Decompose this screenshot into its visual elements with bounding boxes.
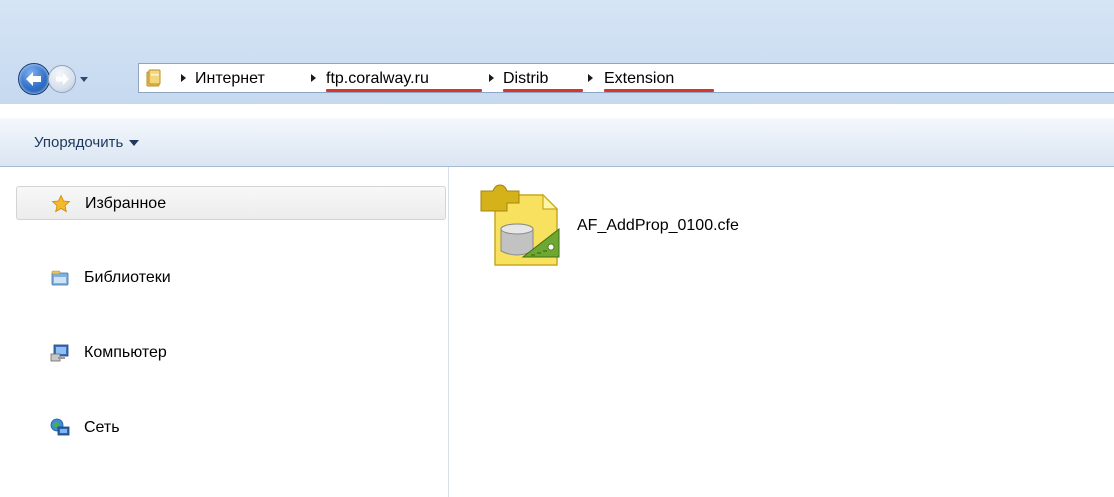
- breadcrumb-separator-icon[interactable]: [586, 72, 594, 84]
- organize-label: Упорядочить: [34, 134, 124, 151]
- organize-button[interactable]: Упорядочить: [30, 131, 143, 155]
- breadcrumb-separator-icon[interactable]: [179, 72, 187, 84]
- computer-icon: [50, 344, 69, 362]
- breadcrumb-separator-icon[interactable]: [309, 72, 317, 84]
- highlight-underline: [604, 89, 714, 92]
- nav-item-computer[interactable]: Компьютер: [16, 336, 446, 370]
- breadcrumb-extension[interactable]: Extension: [604, 69, 674, 89]
- back-button[interactable]: [18, 63, 50, 95]
- forward-arrow-icon: [56, 73, 69, 85]
- nav-item-label: Библиотеки: [84, 269, 171, 286]
- libraries-icon: [51, 270, 69, 286]
- forward-button[interactable]: [48, 65, 76, 93]
- recent-pages-dropdown-icon[interactable]: [78, 73, 90, 85]
- explorer-window: Интернет ftp.coralway.ru Distrib Extensi…: [0, 0, 1114, 497]
- chevron-down-icon: [129, 140, 140, 147]
- breadcrumb-internet[interactable]: Интернет: [195, 69, 265, 89]
- network-icon: [50, 418, 70, 436]
- file-item[interactable]: AF_AddProp_0100.cfe: [479, 181, 799, 271]
- highlight-underline: [503, 89, 583, 92]
- navigation-pane: Избранное Библиотеки Компьютер Сеть: [0, 167, 449, 497]
- nav-item-label: Сеть: [84, 419, 120, 436]
- nav-item-label: Компьютер: [84, 344, 167, 361]
- breadcrumb-distrib[interactable]: Distrib: [503, 69, 548, 89]
- nav-item-network[interactable]: Сеть: [16, 411, 446, 445]
- file-name: AF_AddProp_0100.cfe: [577, 217, 739, 234]
- highlight-underline: [326, 89, 482, 92]
- nav-item-favorites[interactable]: Избранное: [16, 186, 446, 220]
- star-icon: [51, 194, 71, 213]
- nav-item-label: Избранное: [85, 195, 167, 212]
- command-toolbar: Упорядочить: [0, 117, 1114, 167]
- file-list-pane: AF_AddProp_0100.cfe: [449, 167, 1114, 497]
- navigation-row: Интернет ftp.coralway.ru Distrib Extensi…: [0, 54, 1114, 104]
- address-bar[interactable]: Интернет ftp.coralway.ru Distrib Extensi…: [138, 63, 1114, 93]
- extension-file-icon: [480, 184, 560, 266]
- folder-icon: [146, 69, 161, 87]
- title-bar: Интернет ftp.coralway.ru Distrib Extensi…: [0, 0, 1114, 104]
- breadcrumb-separator-icon[interactable]: [487, 72, 495, 84]
- breadcrumb-ftp-host[interactable]: ftp.coralway.ru: [326, 69, 429, 89]
- nav-item-libraries[interactable]: Библиотеки: [16, 261, 446, 295]
- back-arrow-icon: [26, 72, 41, 86]
